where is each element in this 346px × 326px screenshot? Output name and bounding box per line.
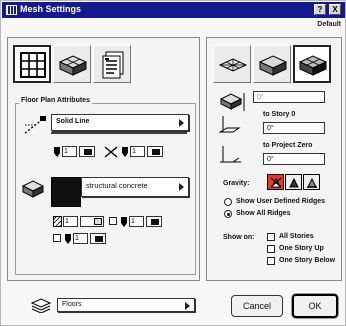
material-dropdown[interactable]: structural concrete <box>81 177 189 197</box>
section-cut-icon <box>104 146 118 158</box>
all-stories-label: All Stories <box>279 233 314 240</box>
one-story-up-checkbox[interactable] <box>267 245 275 253</box>
cancel-button[interactable]: Cancel <box>231 295 283 317</box>
gravity-label: Gravity: <box>223 180 250 187</box>
gravity-off-button[interactable] <box>267 174 284 190</box>
all-stories-checkbox[interactable] <box>267 233 275 241</box>
preset-label: Default <box>317 21 341 28</box>
fill-pattern-icon <box>53 216 62 227</box>
mesh-grid-tool[interactable] <box>13 45 51 83</box>
window-menu-icon[interactable] <box>6 5 17 15</box>
pen-number-field-2[interactable]: 1 <box>130 146 145 157</box>
gravity-bottom-button[interactable] <box>303 174 320 190</box>
pen-icon-4 <box>65 234 71 244</box>
layer-icon <box>31 298 51 313</box>
gravity-top-button[interactable] <box>285 174 302 190</box>
to-story-field[interactable]: 0° <box>263 122 325 134</box>
help-button[interactable]: ? <box>314 4 326 15</box>
ok-button[interactable]: OK <box>292 294 338 318</box>
dropdown-arrow-icon <box>185 302 190 310</box>
fill-background-checkbox[interactable] <box>109 217 117 225</box>
pen-icon-2 <box>122 147 128 157</box>
material-icon <box>22 180 44 198</box>
one-story-below-label: One Story Below <box>279 257 336 264</box>
line-type-dropdown[interactable]: Solid Line <box>51 114 189 131</box>
layer-dropdown[interactable]: Floors <box>57 298 195 312</box>
ridges-all-label: Show All Ridges <box>236 210 291 217</box>
line-preview <box>51 132 187 134</box>
layer-value: Floors <box>62 301 82 308</box>
mesh-3d-tool[interactable] <box>53 45 91 83</box>
pen-icon-3 <box>121 217 127 227</box>
close-button[interactable]: X <box>329 4 341 15</box>
line-type-icon <box>24 116 46 134</box>
fill-foreground-checkbox[interactable] <box>53 234 61 242</box>
gravity-top-icon <box>289 177 299 188</box>
dropdown-arrow-icon <box>179 183 184 191</box>
gravity-bottom-icon <box>307 177 317 188</box>
to-story-label: to Story 0 <box>263 111 296 118</box>
mesh-grid-icon <box>20 52 46 78</box>
line-type-value: Solid Line <box>56 118 90 125</box>
pen-number-field[interactable]: 1 <box>62 146 77 157</box>
mesh-3d-icon <box>58 55 88 76</box>
mesh-view-shaded-tool[interactable] <box>293 45 331 83</box>
to-project-zero-label: to Project Zero <box>263 142 313 149</box>
mesh-height-icon <box>219 93 245 111</box>
settings-sheet-icon <box>102 51 124 79</box>
mesh-solid-icon <box>258 55 288 76</box>
mesh-settings-window: Mesh Settings ? X Default Floor Plan Att… <box>0 0 346 326</box>
ridges-all-radio[interactable] <box>224 210 232 218</box>
pen-color-swatch[interactable] <box>79 146 95 157</box>
one-story-below-checkbox[interactable] <box>267 257 275 265</box>
to-project-zero-field[interactable]: 0° <box>263 153 325 165</box>
material-preview-swatch[interactable] <box>51 177 81 207</box>
pen-icon <box>54 147 60 157</box>
ridges-user-radio[interactable] <box>224 198 232 206</box>
mesh-flat-icon <box>218 58 248 72</box>
floor-plan-group-title: Floor Plan Attributes <box>19 97 92 104</box>
fill-pen-field[interactable]: 1 <box>63 216 78 227</box>
fill-pattern-swatch[interactable] <box>80 216 104 227</box>
fill-pen-field-2[interactable]: 1 <box>129 216 144 227</box>
one-story-up-label: One Story Up <box>279 245 324 252</box>
mesh-shaded-icon <box>298 55 328 76</box>
gravity-off-icon <box>270 177 282 188</box>
window-title: Mesh Settings <box>20 4 82 14</box>
mesh-view-solid-tool[interactable] <box>253 45 291 83</box>
mesh-view-flat-tool[interactable] <box>213 45 251 83</box>
fill-color-swatch-2[interactable] <box>90 233 106 244</box>
fill-color-swatch[interactable] <box>146 216 162 227</box>
settings-sheet-tool[interactable] <box>93 45 131 83</box>
pen-color-swatch-2[interactable] <box>147 146 163 157</box>
show-on-label: Show on: <box>223 234 255 241</box>
fill-hatch-icon <box>94 218 102 225</box>
ridges-user-label: Show User Defined Ridges <box>236 198 326 205</box>
material-value: structural concrete <box>86 181 148 190</box>
project-zero-icon <box>220 146 241 163</box>
mesh-height-field[interactable]: 0° <box>253 91 325 103</box>
dropdown-arrow-icon <box>179 119 184 127</box>
story-level-icon <box>219 116 241 133</box>
fill-pen-field-3[interactable]: 1 <box>73 233 88 244</box>
title-bar[interactable]: Mesh Settings ? X <box>2 2 345 18</box>
